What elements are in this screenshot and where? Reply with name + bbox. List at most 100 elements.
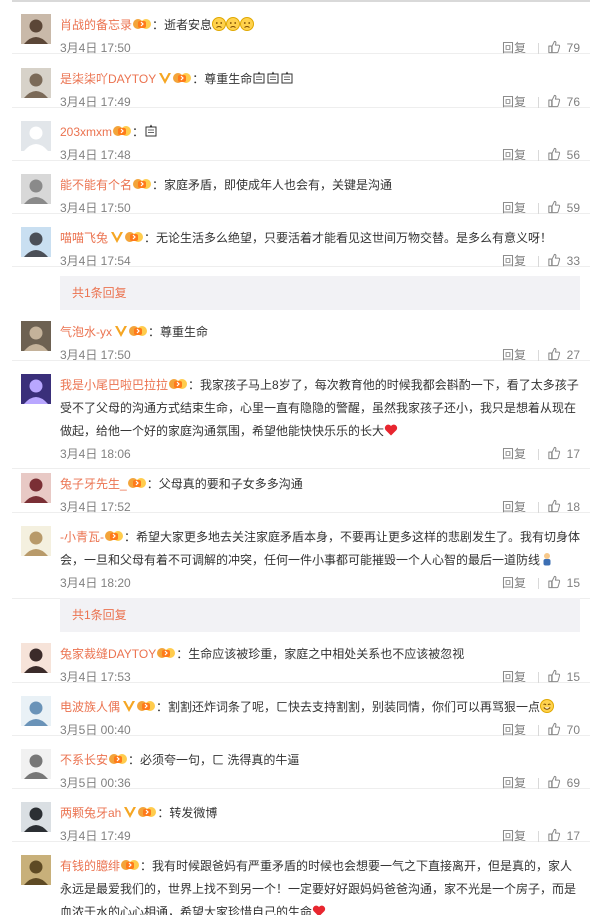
sad-face-emoji — [212, 17, 227, 31]
comment-text: 能不能有个名 ：家庭矛盾，即使成年人也会有，关键是沟通 — [60, 174, 580, 197]
timestamp: 3月4日 17:50 — [60, 41, 131, 55]
reply-button[interactable]: 回复 — [502, 93, 526, 111]
thumbs-up-icon[interactable] — [547, 147, 561, 161]
username-link[interactable]: 能不能有个名 — [60, 178, 132, 192]
like-count: 79 — [566, 41, 580, 55]
username-link[interactable]: 肖战的备忘录 — [60, 18, 132, 32]
thumbs-up-icon[interactable] — [547, 347, 561, 361]
comment-body: ：家庭矛盾，即使成年人也会有，关键是沟通 — [152, 178, 393, 192]
avatar[interactable] — [21, 321, 51, 351]
avatar[interactable] — [21, 14, 51, 44]
reply-button[interactable]: 回复 — [502, 445, 526, 463]
reply-button[interactable]: 回复 — [502, 146, 526, 164]
reply-button[interactable]: 回复 — [502, 721, 526, 739]
thumbs-up-icon[interactable] — [547, 499, 561, 513]
comment-item: 不系长安 ：必须夸一句，ㄈ 洗得真的牛逼 3月5日 00:36 回复 69 — [12, 743, 590, 792]
timestamp: 3月4日 17:50 — [60, 348, 131, 362]
comment-body: ：尊重生命 — [192, 72, 253, 86]
thumbs-up-icon[interactable] — [547, 669, 561, 683]
username-link[interactable]: -小青瓦- — [60, 530, 104, 544]
avatar[interactable] — [21, 696, 51, 726]
timestamp: 3月4日 17:50 — [60, 201, 131, 215]
fan-badge-icon — [157, 648, 176, 658]
avatar[interactable] — [21, 855, 51, 885]
like-count: 56 — [566, 148, 580, 162]
verified-v-icon — [115, 326, 127, 337]
thumbs-up-icon[interactable] — [547, 253, 561, 267]
thumbs-up-icon[interactable] — [547, 94, 561, 108]
sad-face-emoji — [226, 17, 241, 31]
comment-body: ： — [132, 125, 145, 139]
avatar[interactable] — [21, 174, 51, 204]
thumbs-up-icon[interactable] — [547, 575, 561, 589]
reply-button[interactable]: 回复 — [502, 774, 526, 792]
avatar[interactable] — [21, 526, 51, 556]
avatar[interactable] — [21, 802, 51, 832]
divider — [12, 0, 590, 2]
comment-item: 兔家裁缝DAYTOY ：生命应该被珍重，家庭之中相处关系也不应该被忽视 3月4日 1… — [12, 637, 590, 686]
comment-item: 我是小尾巴啦巴拉拉 ：我家孩子马上8岁了，每次教育他的时候我都会斟酌一下，看了太多… — [12, 368, 590, 469]
reply-button[interactable]: 回复 — [502, 199, 526, 217]
divider — [538, 502, 539, 513]
comment-meta: 3月5日 00:40 回复 70 — [60, 721, 580, 739]
comment-text: 兔家裁缝DAYTOY ：生命应该被珍重，家庭之中相处关系也不应该被忽视 — [60, 643, 580, 666]
fan-badge-icon — [173, 73, 192, 83]
comment-text: 气泡水-yx ：尊重生命 — [60, 321, 580, 344]
username-link[interactable]: 不系长安 — [60, 753, 108, 767]
comment-body: ：必须夸一句，ㄈ 洗得真的牛逼 — [128, 753, 300, 767]
avatar[interactable] — [21, 68, 51, 98]
timestamp: 3月4日 18:06 — [60, 447, 131, 461]
thumbs-up-icon[interactable] — [547, 446, 561, 460]
timestamp: 3月4日 17:52 — [60, 500, 131, 514]
username-link[interactable]: 气泡水-yx — [60, 325, 112, 339]
username-link[interactable]: 两颗兔牙ah — [60, 806, 121, 820]
reply-button[interactable]: 回复 — [502, 574, 526, 592]
comment-body: ：逝者安息 — [152, 18, 213, 32]
username-link[interactable]: 兔家裁缝DAYTOY — [60, 647, 156, 661]
heart-emoji — [312, 905, 326, 915]
sad-face-emoji — [240, 17, 255, 31]
sub-reply-box: 共1条回复 — [60, 276, 580, 310]
comment-text: -小青瓦- ：希望大家更多地去关注家庭矛盾本身，不要再让更多这样的悲剧发生了。我有… — [60, 526, 580, 572]
thumbs-up-icon[interactable] — [547, 722, 561, 736]
divider — [538, 449, 539, 460]
reply-button[interactable]: 回复 — [502, 39, 526, 57]
reply-button[interactable]: 回复 — [502, 252, 526, 270]
comment-body: ：父母真的要和子女多多沟通 — [146, 477, 303, 491]
thumbs-up-icon[interactable] — [547, 40, 561, 54]
username-link[interactable]: 我是小尾巴啦巴拉拉 — [60, 378, 168, 392]
avatar[interactable] — [21, 749, 51, 779]
username-link[interactable]: 喵喵飞兔 — [60, 231, 108, 245]
view-replies-link[interactable]: 共1条回复 — [72, 286, 127, 300]
view-replies-link[interactable]: 共1条回复 — [72, 608, 127, 622]
fan-badge-icon — [133, 179, 152, 189]
avatar[interactable] — [21, 643, 51, 673]
comment-meta: 3月4日 17:52 回复 18 — [60, 498, 580, 516]
timestamp: 3月5日 00:36 — [60, 776, 131, 790]
username-link[interactable]: 电波族人偶 — [60, 700, 120, 714]
comment-text: 电波族人偶 ：割割还炸词条了呢，ㄈ快去支持割割，别装同情，你们可以再骂狠一点 — [60, 696, 580, 719]
divider — [538, 778, 539, 789]
username-link[interactable]: 兔子牙先生_ — [60, 477, 127, 491]
reply-button[interactable]: 回复 — [502, 827, 526, 845]
reply-button[interactable]: 回复 — [502, 668, 526, 686]
comment-meta: 3月4日 18:06 回复 17 — [60, 445, 580, 463]
avatar[interactable] — [21, 374, 51, 404]
username-link[interactable]: 有钱的臆绯 — [60, 859, 120, 873]
username-link[interactable]: 是柒柒吖DAYTOY — [60, 72, 156, 86]
comment-meta: 3月4日 17:50 回复 27 — [60, 346, 580, 364]
reply-button[interactable]: 回复 — [502, 498, 526, 516]
comment-item: -小青瓦- ：希望大家更多地去关注家庭矛盾本身，不要再让更多这样的悲剧发生了。我有… — [12, 520, 590, 599]
thumbs-up-icon[interactable] — [547, 828, 561, 842]
comment-meta: 3月4日 17:50 回复 79 — [60, 39, 580, 57]
comment-text: 我是小尾巴啦巴拉拉 ：我家孩子马上8岁了，每次教育他的时候我都会斟酌一下，看了太多… — [60, 374, 580, 443]
reply-button[interactable]: 回复 — [502, 346, 526, 364]
thumbs-up-icon[interactable] — [547, 775, 561, 789]
divider — [538, 97, 539, 108]
username-link[interactable]: 203xmxm — [60, 125, 112, 139]
avatar[interactable] — [21, 227, 51, 257]
avatar[interactable] — [21, 121, 51, 151]
avatar[interactable] — [21, 473, 51, 503]
heart-emoji — [384, 424, 398, 436]
thumbs-up-icon[interactable] — [547, 200, 561, 214]
